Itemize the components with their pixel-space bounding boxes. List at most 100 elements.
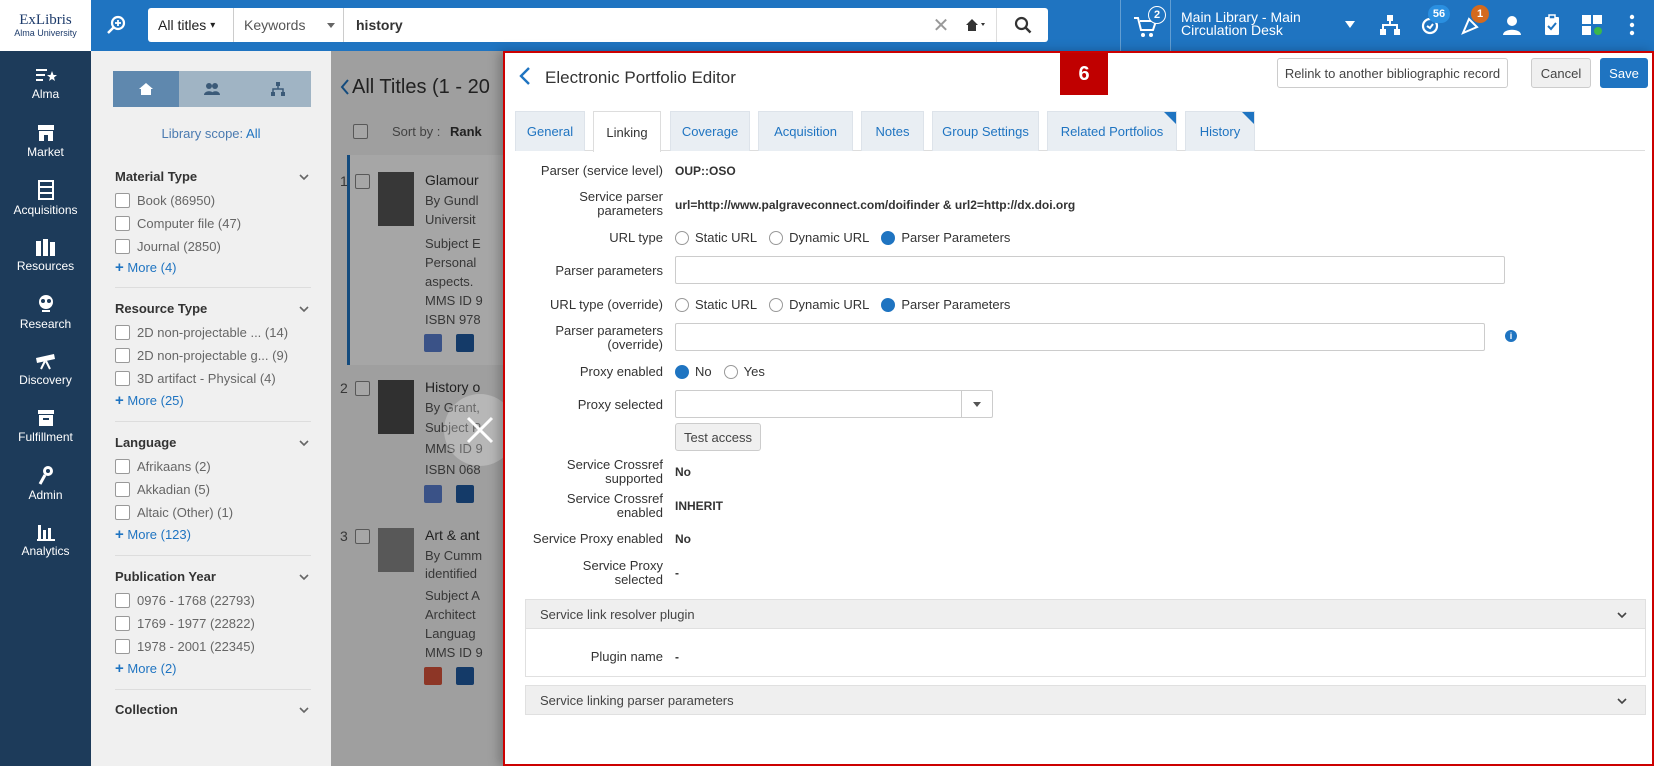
url-type-parser-option[interactable]: Parser Parameters — [881, 230, 1010, 245]
facet-item[interactable]: Altaic (Other) (1) — [115, 505, 233, 520]
facet-more-link[interactable]: + More (4) — [115, 259, 177, 276]
back-icon[interactable] — [519, 66, 531, 86]
nav-market[interactable]: Market — [0, 114, 91, 168]
parser-params-input[interactable] — [675, 256, 1505, 284]
chevron-down-icon[interactable] — [299, 304, 309, 314]
nav-resources[interactable]: Resources — [0, 228, 91, 282]
facet-group-title[interactable]: Resource Type — [115, 301, 207, 316]
url-type-dynamic-option[interactable]: Dynamic URL — [769, 230, 869, 245]
facet-checkbox[interactable] — [115, 639, 130, 654]
nav-fulfillment[interactable]: Fulfillment — [0, 399, 91, 453]
facet-more-link[interactable]: + More (25) — [115, 392, 184, 409]
facet-item[interactable]: Computer file (47) — [115, 216, 241, 231]
facet-item[interactable]: Journal (2850) — [115, 239, 221, 254]
facet-group-title[interactable]: Language — [115, 435, 176, 450]
link-resolver-section-header[interactable]: Service link resolver plugin — [525, 599, 1646, 629]
url-type-override-parser-option[interactable]: Parser Parameters — [881, 297, 1010, 312]
tab-history[interactable]: History — [1185, 111, 1255, 151]
facet-checkbox[interactable] — [115, 325, 130, 340]
facet-item[interactable]: Book (86950) — [115, 193, 215, 208]
proxy-yes-option[interactable]: Yes — [723, 364, 765, 379]
facet-tab-home[interactable] — [113, 71, 179, 107]
facet-checkbox[interactable] — [115, 216, 130, 231]
facet-checkbox[interactable] — [115, 593, 130, 608]
facet-checkbox[interactable] — [115, 371, 130, 386]
facet-item[interactable]: Afrikaans (2) — [115, 459, 211, 474]
facet-checkbox[interactable] — [115, 505, 130, 520]
url-type-override-dynamic-option[interactable]: Dynamic URL — [769, 297, 869, 312]
hierarchy-icon[interactable] — [1378, 13, 1402, 37]
radio-button[interactable] — [675, 230, 689, 245]
facet-item[interactable]: 1769 - 1977 (22822) — [115, 616, 255, 631]
radio-button[interactable] — [769, 230, 784, 245]
facet-item[interactable]: 2D non-projectable ... (14) — [115, 325, 288, 340]
cancel-button[interactable]: Cancel — [1531, 58, 1591, 88]
chevron-down-icon[interactable] — [299, 705, 309, 715]
facet-checkbox[interactable] — [115, 348, 130, 363]
facet-checkbox[interactable] — [115, 239, 130, 254]
facet-checkbox[interactable] — [115, 459, 130, 474]
url-type-override-static-option[interactable]: Static URL — [675, 297, 757, 312]
radio-button-selected[interactable] — [675, 364, 689, 379]
chevron-down-icon[interactable] — [299, 438, 309, 448]
save-button[interactable]: Save — [1600, 58, 1648, 88]
facet-tab-hierarchy[interactable] — [245, 71, 311, 107]
persistent-search-icon[interactable] — [104, 12, 130, 38]
facet-checkbox[interactable] — [115, 193, 130, 208]
facet-tab-users[interactable] — [179, 71, 245, 107]
clipboard-icon[interactable] — [1540, 13, 1564, 37]
info-icon[interactable]: i — [1505, 330, 1517, 342]
facet-group-title[interactable]: Publication Year — [115, 569, 216, 584]
facet-item[interactable]: Akkadian (5) — [115, 482, 210, 497]
radio-button[interactable] — [723, 364, 738, 379]
facet-group-title[interactable]: Material Type — [115, 169, 197, 184]
tab-related-portfolios[interactable]: Related Portfolios — [1047, 111, 1177, 151]
proxy-no-option[interactable]: No — [675, 364, 712, 379]
linking-parser-section-header[interactable]: Service linking parser parameters — [525, 685, 1646, 715]
tab-acquisition[interactable]: Acquisition — [758, 111, 853, 151]
facet-more-link[interactable]: + More (123) — [115, 526, 191, 543]
radio-button-selected[interactable] — [881, 297, 896, 312]
radio-button[interactable] — [769, 297, 784, 312]
facet-checkbox[interactable] — [115, 482, 130, 497]
alma-logo[interactable]: ExLibris Alma University — [0, 0, 91, 51]
tab-coverage[interactable]: Coverage — [670, 111, 750, 151]
parser-params-override-input[interactable] — [675, 323, 1485, 351]
search-field-select[interactable]: Keywords — [234, 8, 344, 42]
facet-item[interactable]: 1978 - 2001 (22345) — [115, 639, 255, 654]
facet-group-title[interactable]: Collection — [115, 702, 178, 717]
nav-analytics[interactable]: Analytics — [0, 513, 91, 567]
url-type-static-option[interactable]: Static URL — [675, 230, 757, 245]
facet-item[interactable]: 0976 - 1768 (22793) — [115, 593, 255, 608]
chevron-down-icon[interactable] — [299, 572, 309, 582]
search-input[interactable]: history — [344, 17, 926, 33]
facet-item[interactable]: 2D non-projectable g... (9) — [115, 348, 288, 363]
relink-button[interactable]: Relink to another bibliographic record — [1277, 58, 1508, 88]
tab-group-settings[interactable]: Group Settings — [932, 111, 1039, 151]
facet-more-link[interactable]: + More (2) — [115, 660, 177, 677]
chevron-down-icon[interactable] — [299, 172, 309, 182]
facet-item[interactable]: 3D artifact - Physical (4) — [115, 371, 276, 386]
nav-acquisitions[interactable]: Acquisitions — [0, 171, 91, 225]
home-scope-icon[interactable] — [956, 8, 996, 42]
radio-button[interactable] — [675, 297, 689, 312]
tab-notes[interactable]: Notes — [861, 111, 924, 151]
nav-research[interactable]: Research — [0, 285, 91, 339]
search-scope-select[interactable]: All titles ▾ — [148, 8, 234, 42]
facet-checkbox[interactable] — [115, 616, 130, 631]
proxy-selected-select[interactable] — [675, 390, 993, 418]
search-submit-button[interactable] — [996, 8, 1048, 42]
location-dropdown-icon[interactable] — [1345, 21, 1355, 28]
test-access-button[interactable]: Test access — [675, 423, 761, 451]
nav-admin[interactable]: Admin — [0, 456, 91, 510]
user-icon[interactable] — [1500, 13, 1524, 37]
clear-search-icon[interactable]: ✕ — [926, 13, 956, 38]
nav-alma[interactable]: Alma — [0, 57, 91, 111]
widgets-icon[interactable] — [1580, 13, 1604, 37]
tab-linking[interactable]: Linking — [593, 111, 661, 152]
current-location[interactable]: Main Library - Main Circulation Desk — [1181, 10, 1331, 37]
tab-general[interactable]: General — [515, 111, 585, 151]
nav-discovery[interactable]: Discovery — [0, 342, 91, 396]
more-menu-icon[interactable] — [1628, 13, 1636, 37]
scope-value[interactable]: All — [246, 126, 260, 141]
